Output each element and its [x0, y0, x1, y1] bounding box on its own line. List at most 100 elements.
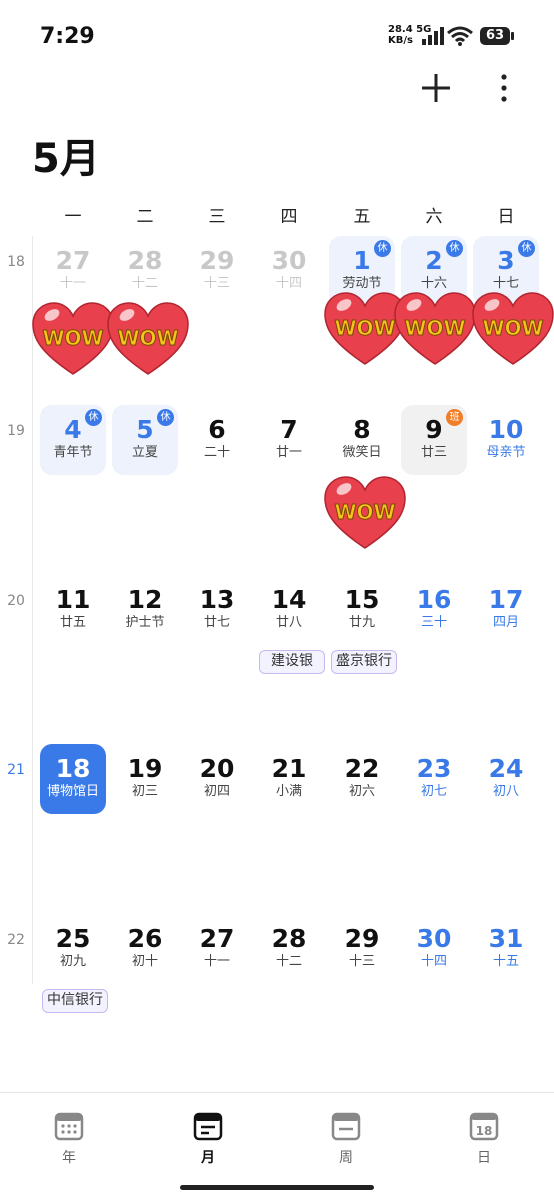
- day-cell[interactable]: 28 十二: [112, 236, 178, 306]
- day-cell[interactable]: 29 十三: [184, 236, 250, 306]
- nav-month-label: 月: [201, 1150, 215, 1166]
- holiday-badge: 休: [518, 240, 535, 257]
- day-number: 15: [344, 585, 380, 614]
- day-cell[interactable]: 13 廿七: [184, 575, 250, 645]
- lunar-label: 立夏: [131, 445, 158, 460]
- wow-heart-sticker[interactable]: WOW: [470, 290, 554, 366]
- weekday-label: 日: [497, 207, 515, 227]
- day-cell[interactable]: 19 初三: [112, 744, 178, 814]
- day-number: 19: [127, 754, 163, 783]
- holiday-badge: 休: [85, 409, 102, 426]
- week-calendar-icon: [331, 1112, 361, 1141]
- home-indicator[interactable]: [180, 1185, 374, 1190]
- lunar-label: 十四: [275, 276, 302, 291]
- lunar-label: 微笑日: [342, 445, 382, 460]
- weekday-label: 二: [136, 207, 154, 227]
- day-cell[interactable]: 27 十一: [184, 914, 250, 984]
- day-cell[interactable]: 10 母亲节: [473, 405, 539, 475]
- lunar-label: 廿八: [275, 615, 302, 630]
- day-cell[interactable]: 8 微笑日: [329, 405, 395, 475]
- day-cell[interactable]: 12 护士节: [112, 575, 178, 645]
- day-cell[interactable]: 11 廿五: [40, 575, 106, 645]
- day-cell[interactable]: 28 十二: [256, 914, 322, 984]
- network-speed-unit: KB/s: [388, 35, 413, 46]
- day-cell[interactable]: 24 初八: [473, 744, 539, 814]
- day-cell[interactable]: 21 小满: [256, 744, 322, 814]
- week-number: 19: [7, 423, 25, 439]
- wow-heart-sticker[interactable]: WOW: [30, 300, 116, 376]
- more-options-icon[interactable]: [492, 70, 516, 106]
- event-chip[interactable]: 建设银: [259, 650, 325, 674]
- day-number: 28: [127, 246, 163, 275]
- day-cell[interactable]: 30 十四: [401, 914, 467, 984]
- lunar-label: 廿九: [348, 615, 375, 630]
- day-cell[interactable]: 18 博物馆日: [40, 744, 106, 814]
- day-number: 21: [271, 754, 307, 783]
- day-cell[interactable]: 9 廿三班: [401, 405, 467, 475]
- wow-heart-sticker[interactable]: WOW: [105, 300, 191, 376]
- day-number: 7: [280, 415, 298, 444]
- day-number: 14: [271, 585, 307, 614]
- day-cell[interactable]: 4 青年节休: [40, 405, 106, 475]
- nav-week-tab[interactable]: 周: [306, 1111, 386, 1167]
- lunar-label: 青年节: [53, 445, 93, 460]
- lunar-label: 三十: [420, 615, 447, 630]
- lunar-label: 十五: [492, 954, 519, 969]
- day-number: 30: [271, 246, 307, 275]
- day-cell[interactable]: 30 十四: [256, 236, 322, 306]
- day-number: 10: [488, 415, 524, 444]
- nav-day-tab[interactable]: 18 日: [444, 1111, 524, 1167]
- day-number: 30: [416, 924, 452, 953]
- day-number: 29: [344, 924, 380, 953]
- wow-heart-sticker[interactable]: WOW: [322, 474, 408, 550]
- lunar-label: 初八: [492, 784, 519, 799]
- event-chip[interactable]: 中信银行: [42, 989, 108, 1013]
- day-cell[interactable]: 20 初四: [184, 744, 250, 814]
- lunar-label: 十二: [275, 954, 302, 969]
- day-cell[interactable]: 6 二十: [184, 405, 250, 475]
- day-cell[interactable]: 17 四月: [473, 575, 539, 645]
- day-cell[interactable]: 16 三十: [401, 575, 467, 645]
- day-cell[interactable]: 15 廿九: [329, 575, 395, 645]
- lunar-label: 初六: [348, 784, 375, 799]
- day-number: 29: [199, 246, 235, 275]
- day-number: 23: [416, 754, 452, 783]
- nav-month-tab[interactable]: 月: [168, 1111, 248, 1167]
- lunar-label: 十二: [131, 276, 158, 291]
- lunar-label: 初四: [203, 784, 230, 799]
- lunar-label: 二十: [203, 445, 230, 460]
- day-number: 27: [199, 924, 235, 953]
- day-cell[interactable]: 26 初十: [112, 914, 178, 984]
- day-cell[interactable]: 23 初七: [401, 744, 467, 814]
- day-number: 25: [55, 924, 91, 953]
- day-cell[interactable]: 29 十三: [329, 914, 395, 984]
- day-number: 20: [199, 754, 235, 783]
- event-chip[interactable]: 盛京银行: [331, 650, 397, 674]
- day-cell[interactable]: 27 十一: [40, 236, 106, 306]
- weekday-label: 四: [280, 207, 298, 227]
- week-number: 22: [7, 932, 25, 948]
- day-number: 31: [488, 924, 524, 953]
- grid-calendar-icon: [54, 1112, 84, 1141]
- day-cell[interactable]: 14 廿八: [256, 575, 322, 645]
- day-cell[interactable]: 22 初六: [329, 744, 395, 814]
- lunar-label: 十四: [420, 954, 447, 969]
- day-cell[interactable]: 25 初九: [40, 914, 106, 984]
- day-cell[interactable]: 5 立夏休: [112, 405, 178, 475]
- weekday-label: 三: [208, 207, 226, 227]
- day-cell[interactable]: 31 十五: [473, 914, 539, 984]
- lunar-label: 四月: [492, 615, 519, 630]
- day-number: 16: [416, 585, 452, 614]
- week-number: 18: [7, 254, 25, 270]
- day-cell[interactable]: 7 廿一: [256, 405, 322, 475]
- add-event-button[interactable]: [418, 70, 454, 106]
- lunar-label: 小满: [275, 784, 302, 799]
- nav-year-tab[interactable]: 年: [29, 1111, 109, 1167]
- nav-week-label: 周: [339, 1150, 353, 1166]
- sticker-text: WOW: [334, 316, 395, 340]
- day-calendar-icon: 18: [469, 1112, 499, 1141]
- lunar-label: 十一: [59, 276, 86, 291]
- wow-heart-sticker[interactable]: WOW: [392, 290, 478, 366]
- day-number: 18: [55, 754, 91, 783]
- lunar-label: 初十: [131, 954, 158, 969]
